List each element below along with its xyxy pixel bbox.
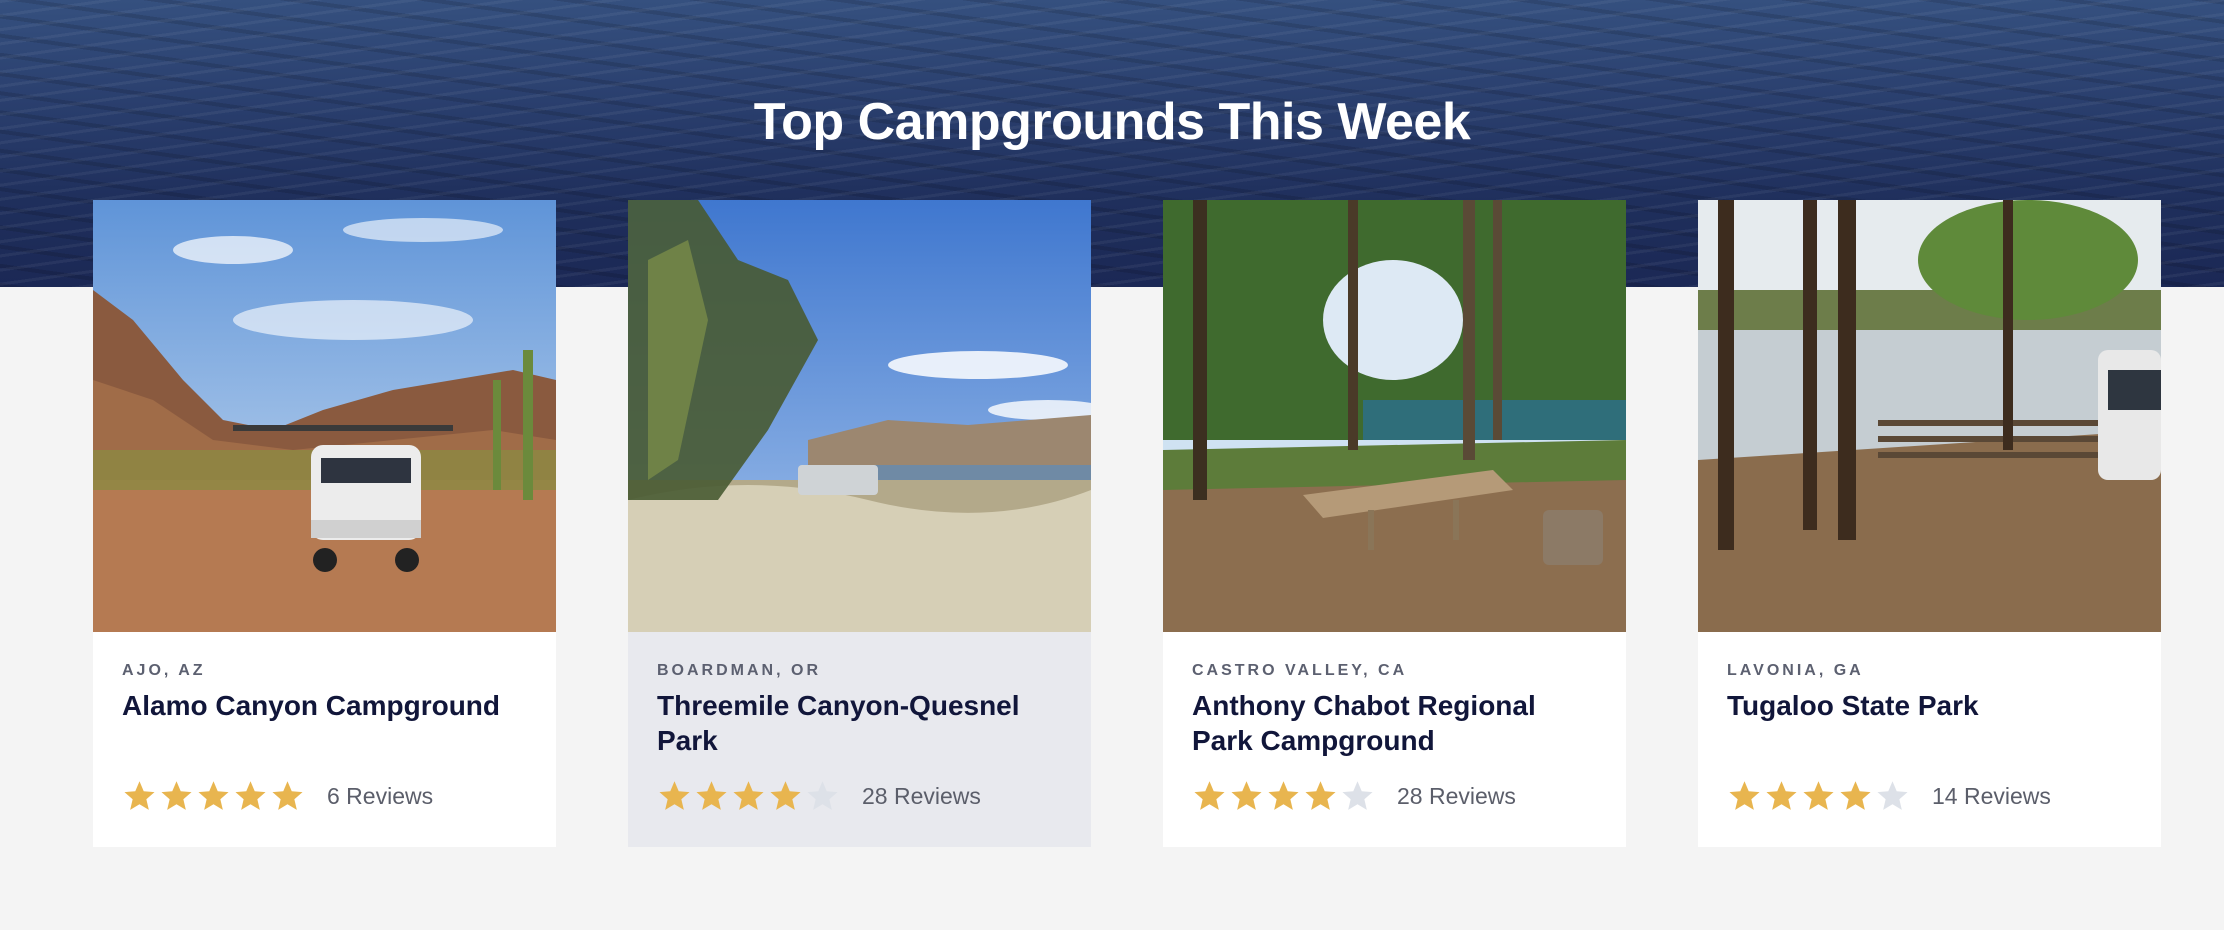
review-count[interactable]: 28 Reviews — [862, 783, 981, 810]
star-filled-icon — [1803, 780, 1834, 810]
star-filled-icon — [1194, 780, 1225, 810]
campground-photo[interactable] — [1698, 200, 2161, 632]
campground-location: LAVONIA, GA — [1727, 662, 1864, 679]
campground-photo[interactable] — [628, 200, 1091, 632]
star-rating — [1192, 779, 1375, 814]
star-filled-icon — [1268, 780, 1299, 810]
rating-row: 14 Reviews — [1727, 774, 2051, 818]
review-count[interactable]: 6 Reviews — [327, 783, 433, 810]
campground-photo[interactable] — [1163, 200, 1626, 632]
card-info: LAVONIA, GA Tugaloo State Park — [1727, 662, 2137, 723]
review-count[interactable]: 28 Reviews — [1397, 783, 1516, 810]
rating-row: 28 Reviews — [657, 774, 981, 818]
star-filled-icon — [696, 780, 727, 810]
campground-name[interactable]: Tugaloo State Park — [1727, 688, 2137, 723]
campground-card[interactable]: BOARDMAN, OR Threemile Canyon-Quesnel Pa… — [628, 200, 1091, 847]
star-filled-icon — [1840, 780, 1871, 810]
star-filled-icon — [770, 780, 801, 810]
star-filled-icon — [161, 780, 192, 810]
campground-card[interactable]: LAVONIA, GA Tugaloo State Park 14 Review… — [1698, 200, 2161, 847]
star-filled-icon — [733, 780, 764, 810]
star-rating — [657, 779, 840, 814]
star-filled-icon — [124, 780, 155, 810]
campground-cards: AJO, AZ Alamo Canyon Campground 6 Review… — [93, 200, 2161, 847]
campground-card[interactable]: AJO, AZ Alamo Canyon Campground 6 Review… — [93, 200, 556, 847]
star-filled-icon — [1729, 780, 1760, 810]
star-filled-icon — [235, 780, 266, 810]
review-count[interactable]: 14 Reviews — [1932, 783, 2051, 810]
star-filled-icon — [1231, 780, 1262, 810]
star-filled-icon — [272, 780, 303, 810]
rating-row: 6 Reviews — [122, 774, 433, 818]
star-rating — [1727, 779, 1910, 814]
card-info: BOARDMAN, OR Threemile Canyon-Quesnel Pa… — [657, 662, 1067, 758]
star-filled-icon — [1305, 780, 1336, 810]
campground-name[interactable]: Anthony Chabot Regional Park Campground — [1192, 688, 1602, 758]
star-empty-icon — [807, 780, 838, 810]
star-rating — [122, 779, 305, 814]
campground-card[interactable]: CASTRO VALLEY, CA Anthony Chabot Regiona… — [1163, 200, 1626, 847]
star-filled-icon — [659, 780, 690, 810]
campground-photo[interactable] — [93, 200, 556, 632]
campground-name[interactable]: Alamo Canyon Campground — [122, 688, 532, 723]
campground-location: BOARDMAN, OR — [657, 662, 821, 679]
card-info: AJO, AZ Alamo Canyon Campground — [122, 662, 532, 723]
section-title: Top Campgrounds This Week — [753, 93, 1471, 151]
card-info: CASTRO VALLEY, CA Anthony Chabot Regiona… — [1192, 662, 1602, 758]
star-empty-icon — [1877, 780, 1908, 810]
rating-row: 28 Reviews — [1192, 774, 1516, 818]
star-filled-icon — [198, 780, 229, 810]
star-empty-icon — [1342, 780, 1373, 810]
campground-name[interactable]: Threemile Canyon-Quesnel Park — [657, 688, 1067, 758]
page: Top Campgrounds This Week AJO, AZ Alamo … — [0, 0, 2224, 930]
campground-location: CASTRO VALLEY, CA — [1192, 662, 1408, 679]
campground-location: AJO, AZ — [122, 662, 206, 679]
star-filled-icon — [1766, 780, 1797, 810]
